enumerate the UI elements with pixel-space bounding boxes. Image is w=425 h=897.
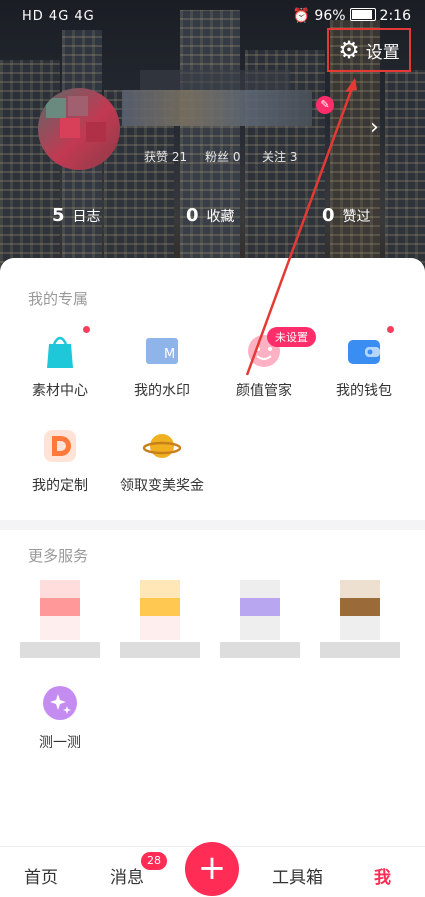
tab-me[interactable]: 我 [374, 863, 391, 888]
tab-home[interactable]: 首页 [24, 863, 58, 888]
tab-toolbox[interactable]: 工具箱 [272, 863, 323, 888]
annotation-arrow [245, 78, 357, 376]
tab-messages[interactable]: 消息 [110, 863, 144, 888]
message-count-badge: 28 [141, 852, 167, 870]
create-plus-button[interactable]: + [185, 842, 239, 896]
